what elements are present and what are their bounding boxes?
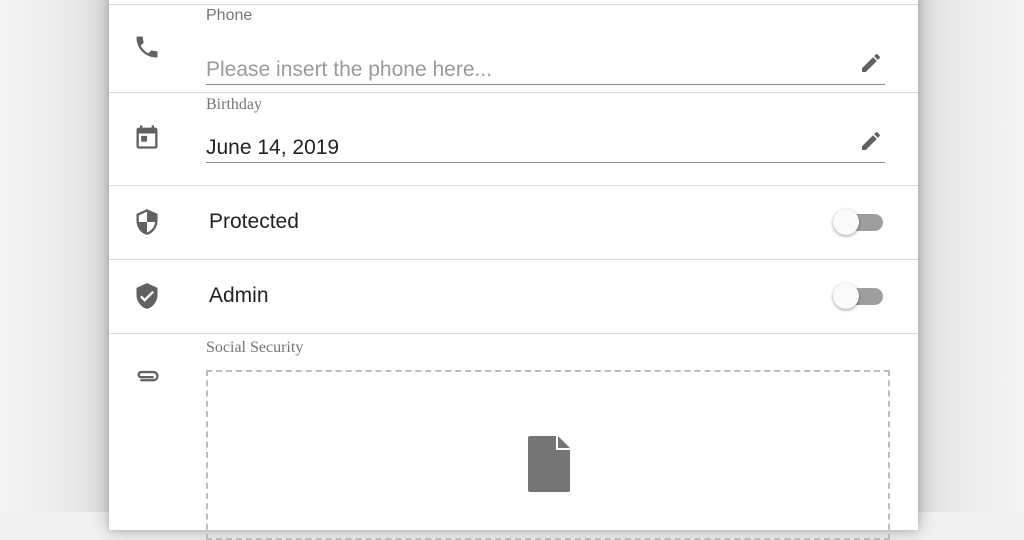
birthday-edit-icon[interactable] — [859, 129, 883, 153]
verified-shield-icon — [133, 282, 161, 310]
phone-edit-icon[interactable] — [859, 51, 883, 75]
admin-label: Admin — [209, 284, 269, 307]
phone-label: Phone — [206, 7, 253, 24]
protected-row: Protected — [109, 186, 918, 260]
file-icon — [528, 436, 570, 492]
shield-half-icon — [133, 208, 161, 236]
birthday-label: Birthday — [206, 96, 262, 113]
birthday-input[interactable] — [206, 133, 885, 163]
protected-toggle[interactable] — [833, 208, 885, 236]
protected-label: Protected — [209, 210, 299, 233]
admin-toggle[interactable] — [833, 282, 885, 310]
file-dropzone[interactable] — [206, 370, 890, 540]
social-security-label: Social Security — [206, 339, 304, 356]
toggle-thumb — [833, 209, 859, 235]
toggle-thumb — [833, 283, 859, 309]
social-security-row: Social Security — [109, 334, 918, 540]
attachment-icon — [133, 361, 161, 389]
calendar-icon — [133, 123, 161, 151]
phone-icon — [133, 33, 161, 61]
birthday-row: Birthday — [109, 93, 918, 186]
admin-row: Admin — [109, 260, 918, 334]
phone-row: Phone — [109, 5, 918, 93]
phone-input[interactable] — [206, 55, 885, 85]
form-card: Phone Birthday Protected — [109, 0, 918, 540]
